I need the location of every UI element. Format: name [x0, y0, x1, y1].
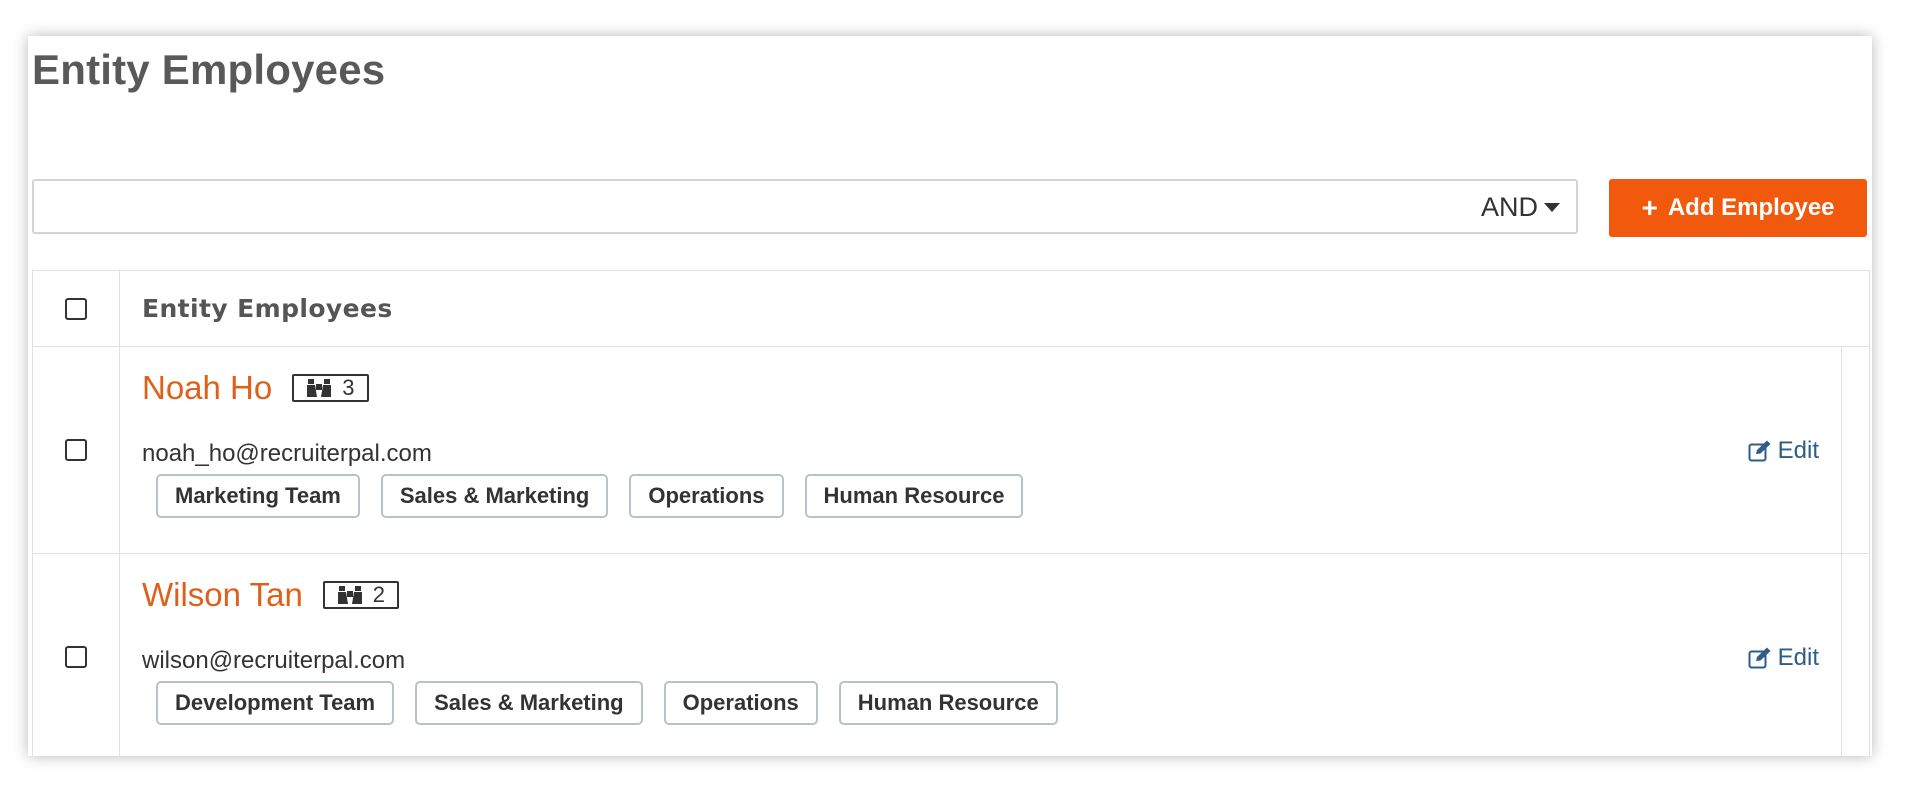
table-header-label: Entity Employees: [142, 294, 393, 323]
tag: Human Resource: [838, 681, 1058, 725]
employee-cell: Wilson Tan 2 wilson@recruiterpal.com Dev…: [120, 554, 1842, 756]
watch-count: 2: [372, 582, 386, 607]
select-all-checkbox[interactable]: [65, 297, 87, 320]
employees-table: Entity Employees Noah Ho 3 noah_ho@recru…: [32, 270, 1870, 756]
edit-link[interactable]: Edit: [1748, 644, 1819, 672]
search-input[interactable]: [44, 189, 1348, 227]
employee-email: noah_ho@recruiterpal.com: [142, 440, 432, 467]
tag: Operations: [663, 681, 818, 725]
employees-panel: Entity Employees AND + Add Employee Enti…: [28, 36, 1872, 756]
binoculars-icon: [337, 586, 362, 604]
employee-name-link[interactable]: Noah Ho: [142, 369, 272, 407]
binoculars-icon: [307, 379, 332, 397]
table-row: Noah Ho 3 noah_ho@recruiterpal.com Marke…: [33, 347, 1869, 554]
edit-link[interactable]: Edit: [1748, 437, 1819, 465]
page-title: Entity Employees: [32, 46, 386, 93]
operator-label: AND: [1480, 191, 1538, 222]
add-employee-button[interactable]: + Add Employee: [1609, 179, 1867, 237]
edit-icon: [1748, 440, 1771, 462]
row-checkbox[interactable]: [65, 439, 87, 461]
select-all-cell: [33, 271, 120, 346]
watch-count-badge: 3: [292, 374, 369, 402]
employee-email: wilson@recruiterpal.com: [142, 647, 406, 674]
employee-name-line: Wilson Tan 2: [142, 576, 400, 614]
edit-icon: [1748, 647, 1771, 669]
search-filter-box[interactable]: AND: [32, 179, 1578, 234]
edit-label: Edit: [1777, 644, 1819, 671]
row-select-cell: [33, 554, 120, 756]
caret-down-icon: [1544, 202, 1560, 212]
table-header-row: Entity Employees: [33, 271, 1869, 347]
table-row: Wilson Tan 2 wilson@recruiterpal.com Dev…: [33, 554, 1869, 756]
employee-tags: Development Team Sales & Marketing Opera…: [156, 681, 1058, 725]
edit-label: Edit: [1777, 437, 1819, 464]
tag: Development Team: [156, 681, 395, 725]
plus-icon: +: [1641, 192, 1658, 223]
row-select-cell: [33, 347, 120, 553]
watch-count-badge: 2: [322, 581, 400, 609]
add-employee-label: Add Employee: [1667, 194, 1835, 221]
employee-tags: Marketing Team Sales & Marketing Operati…: [156, 474, 1024, 518]
employee-name-link[interactable]: Wilson Tan: [142, 576, 303, 614]
employee-name-line: Noah Ho 3: [142, 369, 369, 407]
operator-select[interactable]: AND: [1481, 190, 1560, 224]
tag: Human Resource: [804, 474, 1024, 518]
tag: Marketing Team: [156, 474, 360, 518]
tag: Sales & Marketing: [415, 681, 643, 725]
tag: Sales & Marketing: [380, 474, 609, 518]
row-checkbox[interactable]: [65, 646, 87, 668]
watch-count: 3: [342, 375, 355, 400]
tag: Operations: [629, 474, 784, 518]
employee-cell: Noah Ho 3 noah_ho@recruiterpal.com Marke…: [120, 347, 1842, 553]
